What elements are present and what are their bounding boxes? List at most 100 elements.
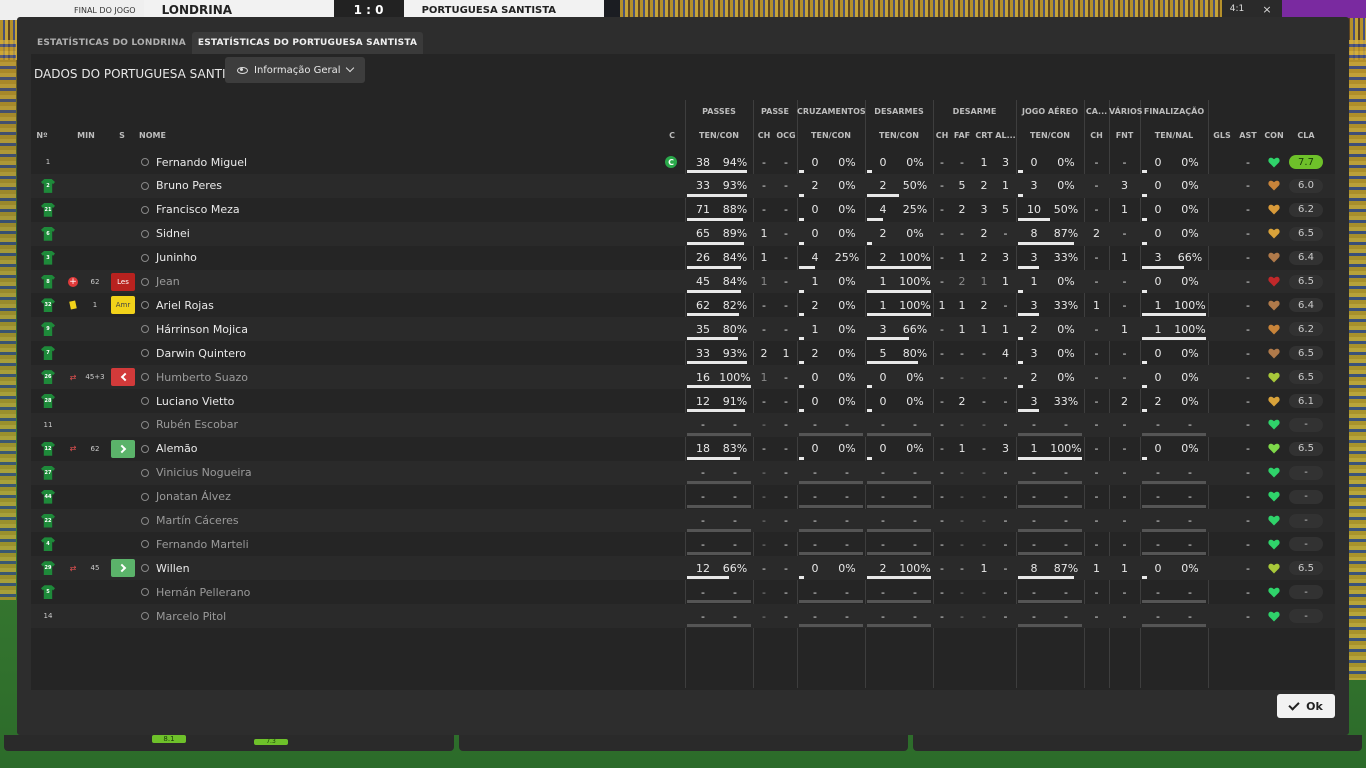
cru-percent: 0% xyxy=(838,442,856,456)
table-row[interactable]: 1 Fernando Miguel C 38 94% - -0 0% 0 0% - -1 3 0 0% - -0… xyxy=(31,150,1335,174)
progress-bar xyxy=(1018,289,1024,293)
passe-ocg: - xyxy=(784,275,788,288)
top-close-button[interactable]: × xyxy=(1252,0,1282,18)
column-header-num[interactable]: Nº xyxy=(34,131,50,140)
player-name[interactable]: Fernando Miguel xyxy=(156,150,656,174)
table-row[interactable]: 12 ⇄ 62 Alemão 18 83% - -0 0% 0 0% -1-3 1 100% - -0 0% -6… xyxy=(31,437,1335,461)
rating-cell: - xyxy=(1288,532,1324,556)
column-header-passe-ocg[interactable]: OCG xyxy=(775,131,797,140)
player-name[interactable]: Alemão xyxy=(156,437,656,461)
ca-ch: - xyxy=(1094,370,1099,384)
column-header-des-crt[interactable]: CRT xyxy=(973,131,995,140)
table-row[interactable]: 44 Jonatan Álvez - - - - - - - - - - - - - - - - - - - - xyxy=(31,485,1335,509)
player-name[interactable]: Jean xyxy=(156,270,656,294)
column-header-final[interactable]: TEN/NAL xyxy=(1140,131,1208,140)
player-name[interactable]: Hárrinson Mojica xyxy=(156,317,656,341)
top-score-button[interactable]: 4:1 xyxy=(1222,0,1252,18)
ca-ch: - xyxy=(1094,346,1099,360)
progress-bar xyxy=(1142,576,1148,580)
view-dropdown[interactable]: Informação Geral xyxy=(225,57,365,83)
player-name[interactable]: Jonatan Álvez xyxy=(156,485,656,509)
table-row[interactable]: 9 Hárrinson Mojica 35 80% - -1 0% 3 66% -1 1 1 2 0% -1… xyxy=(31,317,1335,342)
table-row[interactable]: 29 ⇄ 45 Willen 12 66% - -0 0% 2 100% - -1-8 87% 1 1 0 0% -… xyxy=(31,556,1335,581)
ok-button[interactable]: Ok xyxy=(1277,694,1335,718)
player-name[interactable]: Rubén Escobar xyxy=(156,413,656,437)
column-header-varios-fnt[interactable]: FNT xyxy=(1109,131,1140,140)
player-name[interactable]: Willen xyxy=(156,556,656,580)
desarme-crt: - xyxy=(982,442,986,456)
player-name[interactable]: Marcelo Pitol xyxy=(156,604,656,628)
player-name[interactable]: Fernando Marteli xyxy=(156,532,656,556)
table-row[interactable]: 7 Darwin Quintero 33 93% 2 1 2 0% 5 80% - - -4 3 0% - -0… xyxy=(31,341,1335,365)
column-header-des-ch[interactable]: CH xyxy=(933,131,951,140)
varios-fnt: - xyxy=(1122,466,1127,480)
table-row[interactable]: 11 Rubén Escobar - - - - - - - - - - - - - - - - - - - - xyxy=(31,412,1335,437)
column-header-s[interactable]: S xyxy=(116,131,128,140)
player-name[interactable]: Sidnei xyxy=(156,222,656,246)
player-name[interactable]: Francisco Meza xyxy=(156,198,656,222)
column-header-aereo[interactable]: TEN/CON xyxy=(1016,131,1084,140)
table-row[interactable]: 5 Hernán Pellerano - - - - - - - - - - - - - - - - - - - - xyxy=(31,580,1335,604)
passe-ocg: - xyxy=(784,537,788,551)
column-header-name[interactable]: NOME xyxy=(139,131,179,140)
player-name[interactable]: Bruno Peres xyxy=(156,174,656,198)
player-name[interactable]: Humberto Suazo xyxy=(156,365,656,389)
player-name[interactable]: Ariel Rojas xyxy=(156,293,656,317)
column-header-cla[interactable]: CLA xyxy=(1288,131,1324,140)
progress-bar xyxy=(867,600,931,604)
column-header-ca-ch[interactable]: CH xyxy=(1084,131,1109,140)
table-row[interactable]: 3 Juninho 26 84% 1-4 25% 2 100% -1 2 3 3 33% -1 3 66% -6… xyxy=(31,246,1335,270)
player-name[interactable]: Juninho xyxy=(156,246,656,270)
column-header-passes[interactable]: TEN/CON xyxy=(685,131,753,140)
player-rating: 6.2 xyxy=(1289,322,1323,337)
top-purple-button[interactable] xyxy=(1282,0,1366,18)
gls-value xyxy=(1208,174,1236,198)
column-header-cruz[interactable]: TEN/CON xyxy=(797,131,865,140)
column-header-passe-ch[interactable]: CH xyxy=(753,131,775,140)
column-header-des-faf[interactable]: FAF xyxy=(951,131,973,140)
desarme-crt: 1 xyxy=(980,155,988,169)
column-header-min[interactable]: MIN xyxy=(75,131,97,140)
ca-ch: - xyxy=(1094,251,1099,265)
table-row[interactable]: 14 Marcelo Pitol - - - - - - - - - - - - - - - - - - - - xyxy=(31,604,1335,628)
condition-heart-icon xyxy=(1260,485,1288,509)
passe-ch: - xyxy=(762,537,766,551)
tab-londrina-stats[interactable]: ESTATÍSTICAS DO LONDRINA xyxy=(31,32,192,54)
des-percent: 0% xyxy=(906,394,924,408)
progress-bar xyxy=(799,409,805,412)
table-row[interactable]: 4 Fernando Marteli - - - - - - - - - - - - - - - - - - - - xyxy=(31,532,1335,556)
ast-value: - xyxy=(1246,394,1250,408)
table-row[interactable]: 6 Sidnei 65 89% 1-0 0% 2 0% - -2-8 87% 2-0 0% -6.5 xyxy=(31,221,1335,246)
column-header-gls[interactable]: GLS xyxy=(1208,131,1236,140)
table-row[interactable]: 22 Martín Cáceres - - - - - - - - - - - - - - - - - - - - xyxy=(31,508,1335,533)
table-row[interactable]: 26 ⇄ 45+3 Humberto Suazo 16 100% 1-0 0% 0 0% - - - -2… xyxy=(31,365,1335,389)
column-header-con[interactable]: CON xyxy=(1260,131,1288,140)
progress-bar xyxy=(687,265,741,269)
condition-heart-icon xyxy=(1260,461,1288,485)
desarme-faf: 1 xyxy=(958,442,966,456)
shirt-icon: 32 xyxy=(39,293,57,317)
table-row[interactable]: 21 Francisco Meza 71 88% - -0 0% 4 25% -2 3 5 10 50% -… xyxy=(31,198,1335,222)
table-row[interactable]: 27 Vinicius Nogueira - - - - - - - - - - - - - - - - - - - - xyxy=(31,460,1335,485)
column-header-c[interactable]: C xyxy=(667,131,677,140)
desarme-ch: - xyxy=(940,466,944,480)
table-row[interactable]: 32 1 Amr Ariel Rojas 62 82% - -2 0% 1 100% 1 1 2-3 33%… xyxy=(31,293,1335,317)
table-row[interactable]: 28 Luciano Vietto 12 91% - -0 0% 0 0% -2- -3 33% -2 2… xyxy=(31,389,1335,413)
player-name[interactable]: Vinicius Nogueira xyxy=(156,461,656,485)
player-name[interactable]: Hernán Pellerano xyxy=(156,580,656,604)
injury-icon: + xyxy=(68,276,78,287)
gls-value xyxy=(1208,341,1236,365)
player-name[interactable]: Luciano Vietto xyxy=(156,389,656,413)
column-header-des-al[interactable]: AL... xyxy=(995,131,1016,140)
player-name[interactable]: Darwin Quintero xyxy=(156,341,656,365)
column-header-desarmes[interactable]: TEN/CON xyxy=(865,131,933,140)
table-row[interactable]: 2 Bruno Peres 33 93% - -2 0% 2 50% -5 2 1 3 0% -3 0 0% -6… xyxy=(31,173,1335,198)
tab-portuguesa-stats[interactable]: ESTATÍSTICAS DO PORTUGUESA SANTISTA xyxy=(191,32,424,54)
column-header-ast[interactable]: AST xyxy=(1236,131,1260,140)
desarme-al: 3 xyxy=(1002,251,1009,265)
progress-bar xyxy=(1142,409,1148,412)
progress-bar xyxy=(1142,480,1206,484)
player-name[interactable]: Martín Cáceres xyxy=(156,509,656,533)
table-row[interactable]: 8 +62 Les Jean 45 84% 1-1 0% 1 100% -2 1 1 1 0% - -0 0% -6… xyxy=(31,269,1335,294)
progress-bar xyxy=(867,576,931,580)
